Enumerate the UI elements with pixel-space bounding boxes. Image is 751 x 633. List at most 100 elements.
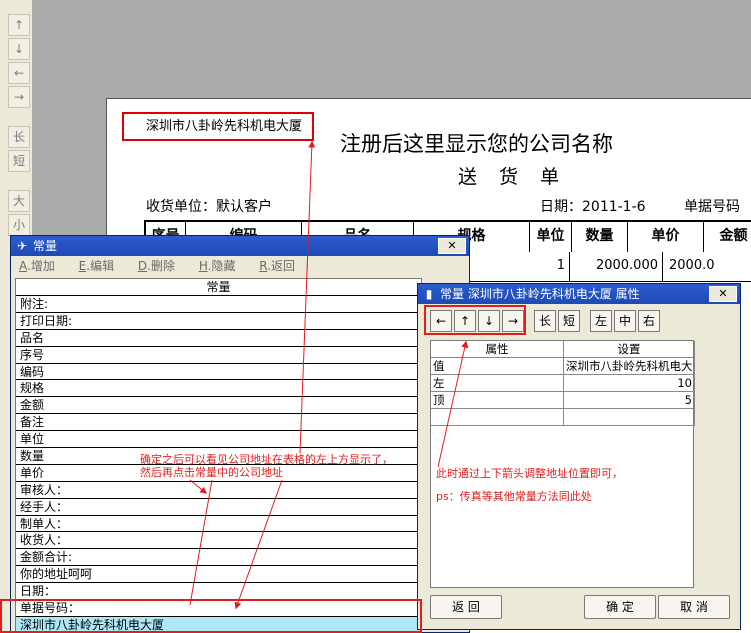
list-item[interactable]: 收货人： — [16, 532, 421, 550]
window-title: 常量 深圳市八卦岭先科机电大厦 属性 — [440, 287, 640, 301]
move-right-button[interactable]: → — [8, 86, 30, 108]
list-item[interactable]: 经手人： — [16, 499, 421, 516]
property-name: 顶 — [431, 392, 564, 409]
menu-key: A — [19, 259, 27, 273]
list-item[interactable]: 单位 — [16, 431, 421, 449]
doc-no-label: 单据号码 — [684, 199, 740, 215]
menu-label: .编辑 — [86, 259, 115, 273]
property-titlebar[interactable]: ▮ 常量 深圳市八卦岭先科机电大厦 属性 ✕ — [418, 284, 740, 304]
menu-back[interactable]: R.返回 — [259, 259, 305, 273]
menu-edit[interactable]: E.编辑 — [79, 259, 124, 273]
list-item[interactable]: 制单人： — [16, 516, 421, 533]
arrow-up-icon: ↑ — [13, 18, 25, 32]
move-left-button[interactable]: ← — [8, 62, 30, 84]
menu-key: D — [137, 259, 148, 273]
back-button[interactable]: 返 回 — [430, 595, 502, 619]
property-value[interactable]: 5 — [564, 392, 695, 409]
column-header: 单价 — [628, 222, 704, 252]
menu-label: .增加 — [27, 259, 55, 273]
smaller-label: 小 — [12, 218, 25, 232]
list-item[interactable]: 规格 — [16, 380, 421, 398]
list-item[interactable]: 序号 — [16, 347, 421, 364]
amount-cell: 2000.0 — [663, 252, 751, 281]
ok-button[interactable]: 确 定 — [584, 595, 656, 619]
annotation-note: ps：传真等其他常量方法同此处 — [436, 490, 592, 503]
arrow-left-icon: ← — [13, 66, 25, 80]
list-item[interactable]: 备注 — [16, 414, 421, 432]
bigger-label: 大 — [12, 194, 25, 208]
longer-button[interactable]: 长 — [534, 310, 556, 332]
address-field[interactable]: 深圳市八卦岭先科机电大厦 — [122, 112, 314, 141]
price-cell: 2000.000 — [570, 252, 663, 281]
table-row — [431, 409, 695, 426]
bigger-button[interactable]: 大 — [8, 190, 30, 212]
arrow-buttons-highlight — [424, 305, 526, 335]
align-center-button[interactable]: 中 — [614, 310, 636, 332]
list-item[interactable]: 编码 — [16, 364, 421, 381]
move-up-button[interactable]: ↑ — [8, 14, 30, 36]
table-row[interactable]: 左 10 — [431, 375, 695, 392]
list-item[interactable]: 日期： — [16, 583, 421, 601]
property-name: 值 — [431, 358, 564, 375]
constants-column-header: 常量 — [16, 279, 421, 296]
annotation-note: 然后再点击常量中的公司地址 — [140, 466, 283, 479]
property-window: ▮ 常量 深圳市八卦岭先科机电大厦 属性 ✕ ← ↑ ↓ → 长 短 左 中 右… — [417, 283, 741, 630]
list-item[interactable]: 你的地址呵呵 — [16, 566, 421, 584]
grid-header-cell: 属性 — [431, 341, 564, 358]
longer-button[interactable]: 长 — [8, 126, 30, 148]
longer-label: 长 — [12, 130, 25, 144]
column-header: 数量 — [572, 222, 628, 252]
property-value[interactable]: 10 — [564, 375, 695, 392]
app-icon: ▮ — [425, 287, 433, 301]
align-right-button[interactable]: 右 — [638, 310, 660, 332]
qty-cell: 1 — [469, 252, 570, 281]
grid-header: 属性 设置 — [431, 341, 695, 358]
table-row[interactable]: 顶 5 — [431, 392, 695, 409]
menu-label: .返回 — [267, 259, 296, 273]
menu-hide[interactable]: H.隐藏 — [199, 259, 246, 273]
move-down-button[interactable]: ↓ — [8, 38, 30, 60]
constants-window: ✈ 常量 ✕ A.增加 E.编辑 D.删除 H.隐藏 R.返回 常量 附注: 打… — [10, 235, 470, 633]
table-row: 1 2000.000 2000.0 — [468, 252, 751, 282]
shorter-button[interactable]: 短 — [558, 310, 580, 332]
close-icon[interactable]: ✕ — [438, 238, 466, 254]
shorter-label: 短 — [12, 154, 25, 168]
menu-delete[interactable]: D.删除 — [138, 259, 185, 273]
constants-menu: A.增加 E.编辑 D.删除 H.隐藏 R.返回 — [11, 256, 469, 276]
list-item[interactable]: 打印日期: — [16, 313, 421, 330]
menu-key: R — [259, 259, 268, 273]
shorter-button[interactable]: 短 — [8, 150, 30, 172]
list-item[interactable]: 金额 — [16, 397, 421, 415]
list-item[interactable]: 附注: — [16, 296, 421, 313]
table-row[interactable]: 值 深圳市八卦岭先科机电大 — [431, 358, 695, 375]
property-value[interactable]: 深圳市八卦岭先科机电大 — [564, 358, 695, 375]
constants-titlebar[interactable]: ✈ 常量 ✕ — [11, 236, 469, 256]
arrow-down-icon: ↓ — [13, 42, 25, 56]
property-footer: 返 回 确 定 取 消 — [424, 595, 734, 623]
menu-key: H — [198, 259, 208, 273]
receiver-label: 收货单位：默认客户 — [146, 199, 272, 215]
column-header: 单位 — [530, 222, 572, 252]
menu-add[interactable]: A.增加 — [19, 259, 65, 273]
list-item[interactable]: 品名 — [16, 330, 421, 347]
document-title: 送 货 单 — [458, 166, 568, 188]
align-left-button[interactable]: 左 — [590, 310, 612, 332]
annotation-note: 此时通过上下箭头调整地址位置即可， — [436, 467, 623, 480]
cancel-button[interactable]: 取 消 — [658, 595, 730, 619]
column-header: 金额 — [704, 222, 751, 252]
company-name-placeholder: 注册后这里显示您的公司名称 — [340, 132, 613, 156]
property-name: 左 — [431, 375, 564, 392]
list-item[interactable]: 审核人： — [16, 482, 421, 499]
window-title: 常量 — [33, 239, 58, 253]
app-icon: ✈ — [16, 239, 28, 253]
grid-header-cell: 设置 — [564, 341, 695, 358]
annotation-note: 确定之后可以看见公司地址在表格的左上方显示了， — [140, 453, 393, 466]
property-grid: 属性 设置 值 深圳市八卦岭先科机电大 左 10 顶 5 — [430, 340, 695, 588]
close-icon[interactable]: ✕ — [709, 286, 737, 302]
date-label: 日期：2011-1-6 — [540, 199, 646, 215]
address-item-highlight — [0, 599, 422, 633]
smaller-button[interactable]: 小 — [8, 214, 30, 236]
list-item[interactable]: 金额合计: — [16, 549, 421, 567]
property-name — [431, 409, 564, 426]
menu-label: .删除 — [147, 259, 175, 273]
